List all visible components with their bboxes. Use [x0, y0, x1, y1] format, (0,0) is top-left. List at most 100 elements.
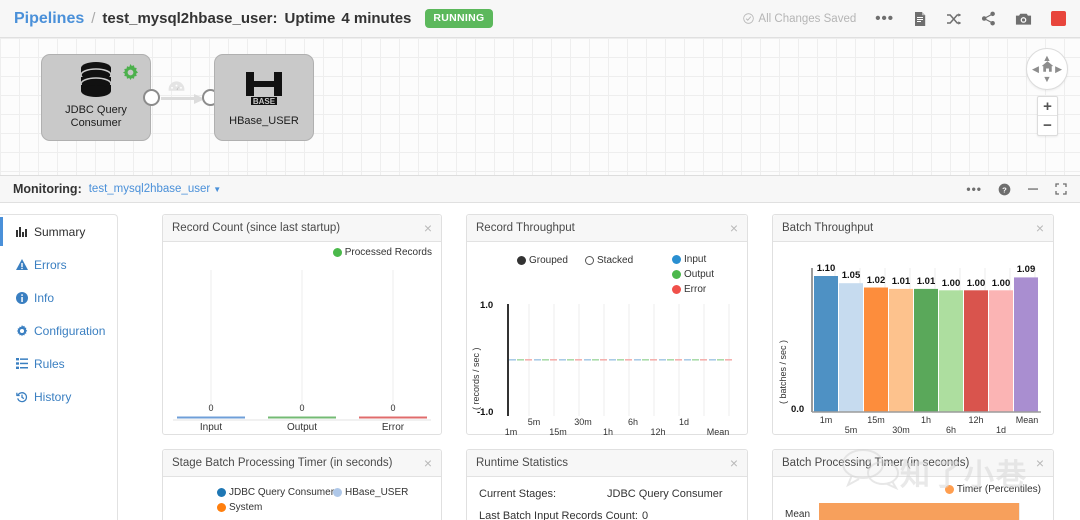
pipeline-canvas[interactable]: JDBC Query Consumer BASE HBase_USER ▲ ▼ …	[0, 38, 1080, 176]
file-icon[interactable]	[913, 11, 927, 27]
axis-tick-label: 30m	[574, 417, 592, 427]
top-header-bar: Pipelines / test_mysql2hbase_user: Uptim…	[0, 0, 1080, 38]
snapshot-icon[interactable]	[1015, 12, 1032, 26]
stage-hbase-user[interactable]: BASE HBase_USER	[214, 54, 314, 141]
bar-chart-icon	[14, 226, 29, 237]
chart-gridline	[1019, 503, 1020, 520]
stage-output-node[interactable]	[143, 89, 160, 106]
status-badge: RUNNING	[425, 9, 493, 28]
stop-button[interactable]	[1051, 11, 1066, 26]
chart-legend-item[interactable]: JDBC Query Consumer	[217, 487, 334, 498]
shuffle-icon[interactable]	[946, 12, 962, 26]
sidebar-item-label: Summary	[34, 224, 86, 239]
close-icon[interactable]: ×	[730, 221, 738, 235]
axis-tick-label: 12h	[650, 427, 666, 437]
table-row: Last Batch Input Records Count: 0	[479, 510, 741, 520]
zoom-control[interactable]: + −	[1037, 96, 1058, 136]
help-icon[interactable]: ?	[998, 183, 1011, 196]
stat-label: Current Stages:	[479, 488, 557, 500]
axis-tick-label: Error	[381, 422, 405, 433]
panel-batch-throughput: Batch Throughput × ( batches / sec ) 0.0	[772, 214, 1054, 435]
runtime-statistics-body: Current Stages: JDBC Query Consumer Last…	[467, 477, 747, 520]
sidebar-item-rules[interactable]: Rules	[0, 347, 117, 380]
panel-record-count: Record Count (since last startup) × Proc…	[162, 214, 442, 435]
minimize-icon[interactable]	[1027, 183, 1039, 195]
close-icon[interactable]: ×	[1036, 456, 1044, 470]
breadcrumb-separator: /	[91, 10, 96, 27]
sidebar-item-configuration[interactable]: Configuration	[0, 314, 117, 347]
close-icon[interactable]: ×	[424, 221, 432, 235]
axis-tick-label: 6h	[627, 417, 638, 427]
panel-record-throughput: Record Throughput × Grouped Stacked Inpu…	[466, 214, 748, 437]
pan-up-icon[interactable]: ▲	[1043, 54, 1052, 63]
chart-legend-item[interactable]: System	[217, 502, 262, 513]
bar-value-label: 1.00	[991, 278, 1011, 289]
uptime-label: Uptime	[284, 10, 336, 27]
axis-tick-label: 30m	[892, 425, 910, 435]
share-icon[interactable]	[981, 11, 996, 26]
sidebar-item-history[interactable]: History	[0, 380, 117, 413]
bar-value-label: 1.05	[841, 270, 861, 281]
svg-text:?: ?	[1002, 185, 1007, 194]
axis-tick-label: 15m	[549, 427, 567, 437]
chevron-down-icon[interactable]: ▼	[213, 185, 221, 194]
save-status: All Changes Saved	[743, 13, 856, 25]
legend-label: HBase_USER	[345, 487, 409, 498]
axis-tick-label: 15m	[867, 415, 885, 425]
stop-square-icon	[1051, 11, 1066, 26]
sidebar-item-info[interactable]: Info	[0, 281, 117, 314]
legend-label: JDBC Query Consumer	[229, 487, 335, 498]
bar-value-label: 1.09	[1016, 264, 1036, 275]
gear-icon[interactable]	[122, 64, 139, 86]
warning-icon	[14, 259, 29, 270]
monitoring-pipeline-select[interactable]: test_mysql2hbase_user	[89, 183, 210, 195]
legend-color-swatch	[217, 503, 226, 512]
chart-legend-item[interactable]: Timer (Percentiles)	[944, 484, 1041, 495]
stage-label-line1: JDBC Query	[65, 104, 127, 116]
bar-value-label: 1.02	[866, 275, 886, 286]
axis-tick-label: Mean	[706, 427, 730, 437]
stage-label: JDBC Query Consumer	[65, 104, 127, 130]
panel-header: Runtime Statistics ×	[467, 450, 747, 477]
panel-title: Stage Batch Processing Timer (in seconds…	[172, 457, 393, 469]
bar-value-label: 1.01	[891, 276, 911, 287]
legend-color-swatch	[944, 485, 954, 494]
row-label: Mean	[785, 509, 811, 520]
zoom-in-button[interactable]: +	[1038, 97, 1057, 116]
more-options-icon[interactable]: •••	[966, 182, 982, 196]
bar-value-label: 1.10	[816, 263, 836, 274]
pan-control[interactable]: ▲ ▼ ◀ ▶	[1026, 48, 1068, 90]
panel-title: Batch Throughput	[782, 222, 874, 234]
pan-right-icon[interactable]: ▶	[1055, 64, 1062, 74]
axis-tick-label: 1h	[602, 427, 613, 437]
batch-throughput-chart: ( batches / sec ) 0.0 1.10 1.05 1.02 1.0…	[773, 242, 1053, 435]
panel-header: Stage Batch Processing Timer (in seconds…	[163, 450, 441, 477]
axis-tick-label: 12h	[968, 415, 984, 425]
expand-icon[interactable]	[1055, 183, 1067, 195]
stage-batch-timer-body: JDBC Query Consumer HBase_USER System	[163, 477, 441, 520]
gear-icon	[14, 324, 29, 337]
sidebar-item-summary[interactable]: Summary	[0, 215, 117, 248]
panel-runtime-statistics: Runtime Statistics × Current Stages: JDB…	[466, 449, 748, 520]
more-options-icon[interactable]: •••	[875, 10, 894, 27]
stat-value: JDBC Query Consumer	[607, 488, 723, 500]
connection-arrow	[161, 92, 206, 110]
panel-title: Record Throughput	[476, 222, 575, 234]
close-icon[interactable]: ×	[424, 456, 432, 470]
axis-tick-label: 1d	[995, 425, 1006, 435]
zoom-out-button[interactable]: −	[1038, 116, 1057, 135]
pan-left-icon[interactable]: ◀	[1032, 64, 1039, 74]
batch-processing-timer-chart: Timer (Percentiles) Mean	[773, 477, 1053, 520]
axis-tick-label: 1m	[819, 415, 833, 425]
uptime-value: 4 minutes	[341, 10, 412, 27]
close-icon[interactable]: ×	[1036, 221, 1044, 235]
sidebar-item-errors[interactable]: Errors	[0, 248, 117, 281]
close-icon[interactable]: ×	[730, 456, 738, 470]
stage-jdbc-query-consumer[interactable]: JDBC Query Consumer	[41, 54, 151, 141]
sidebar-item-label: Info	[34, 290, 55, 305]
pan-down-icon[interactable]: ▼	[1043, 75, 1052, 84]
breadcrumb-pipelines-link[interactable]: Pipelines	[14, 10, 84, 28]
panel-stage-batch-processing-timer: Stage Batch Processing Timer (in seconds…	[162, 449, 442, 520]
chart-legend-item[interactable]: HBase_USER	[333, 487, 408, 498]
axis-tick-label: Output	[286, 422, 318, 433]
